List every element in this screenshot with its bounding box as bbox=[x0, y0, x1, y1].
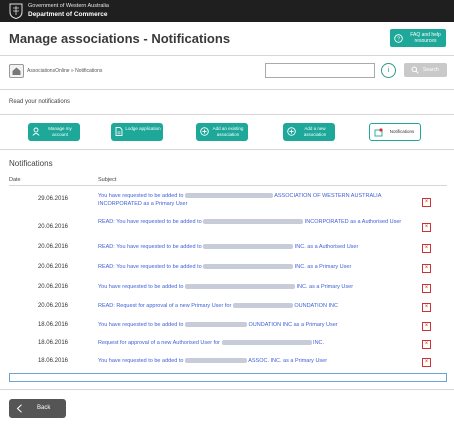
notification-link[interactable]: READ: Request for approval of a new Prim… bbox=[98, 303, 408, 311]
section-label: Read your notifications bbox=[9, 99, 71, 105]
user-icon bbox=[32, 127, 40, 136]
chevron-left-icon bbox=[16, 404, 22, 413]
notification-link[interactable]: You have requested to be added to ASSOCI… bbox=[98, 193, 408, 208]
delete-icon[interactable]: × bbox=[422, 284, 431, 293]
lodge-application-label: Lodge application bbox=[125, 126, 161, 131]
column-header-date: Date bbox=[9, 177, 21, 183]
delete-icon[interactable]: × bbox=[422, 322, 431, 331]
svg-text:?: ? bbox=[397, 37, 400, 43]
subject-suffix: INC. as a Authorised User bbox=[294, 244, 359, 250]
subject-suffix: INC. bbox=[313, 340, 325, 346]
notification-link[interactable]: READ: You have requested to be added to … bbox=[98, 219, 408, 227]
add-existing-association-label: Add an existing association bbox=[212, 126, 244, 137]
notifications-title: Notifications bbox=[9, 159, 53, 168]
redacted-text bbox=[203, 219, 304, 225]
notification-icon bbox=[374, 128, 383, 137]
subject-prefix: READ: Request for approval of a new Prim… bbox=[98, 303, 232, 309]
lodge-application-button[interactable]: Lodge application bbox=[111, 123, 163, 141]
notification-link[interactable]: You have requested to be added to ASSOC.… bbox=[98, 358, 408, 366]
row-date: 20.06.2016 bbox=[37, 303, 68, 309]
delete-icon[interactable]: × bbox=[422, 223, 431, 232]
search-button[interactable]: Search bbox=[404, 63, 447, 77]
delete-icon[interactable]: × bbox=[422, 303, 431, 312]
faq-help-button[interactable]: ? FAQ and help resources bbox=[390, 29, 446, 47]
delete-icon[interactable]: × bbox=[422, 244, 431, 253]
subject-prefix: READ: You have requested to be added to bbox=[98, 264, 202, 270]
delete-icon[interactable]: × bbox=[422, 358, 431, 367]
divider bbox=[0, 55, 454, 56]
divider bbox=[0, 389, 454, 390]
search-icon bbox=[411, 66, 419, 74]
subject-prefix: You have requested to be added to bbox=[98, 193, 184, 199]
delete-icon[interactable]: × bbox=[422, 264, 431, 273]
home-icon bbox=[12, 67, 21, 75]
subject-suffix: OUNDATION INC as a Primary User bbox=[248, 322, 338, 328]
row-date: 18.06.2016 bbox=[37, 358, 68, 364]
search-button-label: Search bbox=[423, 67, 439, 73]
table-header-divider bbox=[9, 185, 447, 186]
department-name: Department of Commerce bbox=[28, 11, 108, 18]
subject-prefix: READ: You have requested to be added to bbox=[98, 219, 202, 225]
notification-link[interactable]: READ: You have requested to be added to … bbox=[98, 264, 408, 272]
subject-suffix: INC. as a Primary User bbox=[296, 284, 354, 290]
row-date: 20.06.2016 bbox=[37, 264, 68, 270]
search-input[interactable] bbox=[265, 63, 375, 78]
add-new-association-button[interactable]: Add a new association bbox=[283, 123, 335, 141]
government-banner: Government of Western Australia Departme… bbox=[0, 0, 454, 22]
subject-prefix: Request for approval of a new Authorised… bbox=[98, 340, 220, 346]
page-title: Manage associations - Notifications bbox=[9, 31, 231, 46]
notifications-label: Notifications bbox=[389, 129, 415, 134]
notification-link[interactable]: You have requested to be added to OUNDAT… bbox=[98, 322, 408, 330]
back-button[interactable]: Back bbox=[9, 399, 66, 418]
add-existing-association-button[interactable]: Add an existing association bbox=[196, 123, 248, 141]
redacted-text bbox=[184, 193, 273, 199]
subject-prefix: You have requested to be added to bbox=[98, 284, 184, 290]
manage-account-button[interactable]: Manage my account bbox=[28, 123, 80, 141]
redacted-text bbox=[203, 244, 294, 250]
row-date: 20.06.2016 bbox=[37, 224, 68, 230]
column-header-subject: Subject bbox=[98, 177, 117, 183]
info-icon[interactable]: i bbox=[381, 63, 396, 78]
subject-suffix: OUNDATION INC bbox=[294, 303, 338, 309]
plus-circle-icon bbox=[287, 127, 296, 136]
divider bbox=[0, 114, 454, 115]
wa-crest-icon bbox=[9, 3, 23, 19]
manage-account-label: Manage my account bbox=[48, 126, 72, 137]
subject-prefix: You have requested to be added to bbox=[98, 322, 184, 328]
subject-suffix: ASSOC. INC. as a Primary User bbox=[248, 358, 328, 364]
divider bbox=[0, 89, 454, 90]
redacted-text bbox=[184, 322, 247, 328]
row-date: 18.06.2016 bbox=[37, 340, 68, 346]
plus-circle-icon bbox=[200, 127, 209, 136]
row-date: 18.06.2016 bbox=[37, 322, 68, 328]
redacted-text bbox=[232, 303, 293, 309]
redacted-text bbox=[203, 264, 294, 270]
delete-icon[interactable]: × bbox=[422, 340, 431, 349]
notification-link[interactable]: READ: You have requested to be added to … bbox=[98, 244, 408, 252]
government-name: Government of Western Australia bbox=[28, 3, 109, 9]
notifications-button[interactable]: Notifications bbox=[369, 123, 421, 141]
home-button[interactable] bbox=[9, 64, 24, 78]
breadcrumb[interactable]: AssociationsOnline » Notifications bbox=[27, 68, 102, 74]
faq-help-label: FAQ and help resources bbox=[410, 32, 441, 44]
row-date: 20.06.2016 bbox=[37, 284, 68, 290]
delete-icon[interactable]: × bbox=[422, 198, 431, 207]
back-label: Back bbox=[37, 405, 51, 411]
row-date: 29.06.2016 bbox=[37, 196, 68, 202]
subject-prefix: You have requested to be added to bbox=[98, 358, 184, 364]
notification-link[interactable]: Request for approval of a new Authorised… bbox=[98, 340, 408, 348]
redacted-text bbox=[221, 340, 312, 346]
row-date: 20.06.2016 bbox=[37, 244, 68, 250]
subject-suffix: INC. as a Primary User bbox=[294, 264, 352, 270]
document-icon bbox=[115, 127, 123, 136]
notification-link[interactable]: You have requested to be added to INC. a… bbox=[98, 284, 408, 292]
add-new-association-label: Add a new association bbox=[303, 126, 327, 137]
redacted-text bbox=[184, 284, 295, 290]
redacted-text bbox=[184, 358, 247, 364]
pagination-bar bbox=[9, 373, 447, 382]
divider bbox=[0, 149, 454, 150]
subject-suffix: INCORPORATED as a Authorised User bbox=[304, 219, 402, 225]
subject-prefix: READ: You have requested to be added to bbox=[98, 244, 202, 250]
help-icon: ? bbox=[394, 34, 403, 43]
